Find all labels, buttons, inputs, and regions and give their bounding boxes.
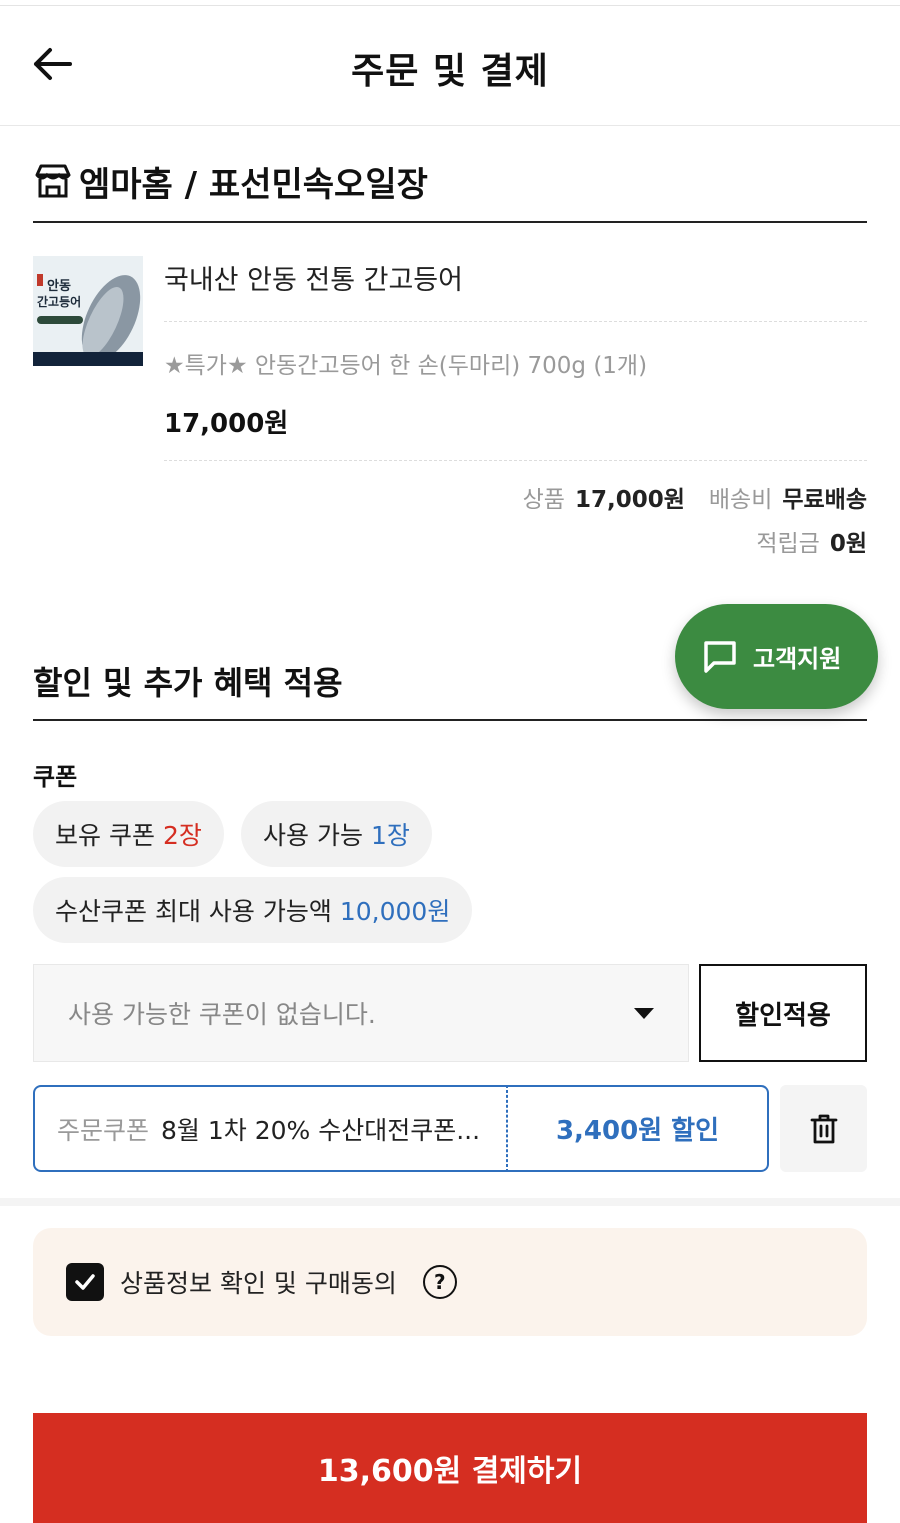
coupon-label: 쿠폰 xyxy=(33,763,78,791)
store-icon xyxy=(35,164,71,198)
customer-support-label: 고객지원 xyxy=(753,645,842,673)
header: 주문 및 결제 xyxy=(0,6,900,126)
applied-coupon-name: 8월 1차 20% 수산대전쿠폰... xyxy=(161,1115,481,1145)
coupon-select-placeholder: 사용 가능한 쿠폰이 없습니다. xyxy=(68,1000,376,1029)
product-option: ★특가★ 안동간고등어 한 손(두마리) 700g (1개) xyxy=(164,353,648,379)
chat-bubble-icon xyxy=(704,640,736,673)
product-divider-2 xyxy=(164,460,867,461)
summary-row: 상품 17,000원 배송비 무료배송 xyxy=(523,480,867,514)
remove-coupon-button[interactable] xyxy=(780,1085,867,1172)
benefits-divider xyxy=(33,719,867,721)
page-title: 주문 및 결제 xyxy=(351,51,549,92)
store-row: 엠마홈 / 표선민속오일장 xyxy=(33,156,428,206)
store-name: 엠마홈 / 표선민속오일장 xyxy=(79,164,428,205)
usable-coupon-count: 1장 xyxy=(370,821,410,850)
help-icon[interactable]: ? xyxy=(422,1265,457,1299)
owned-coupon-label: 보유 쿠폰 xyxy=(55,821,155,850)
customer-support-button[interactable]: 고객지원 xyxy=(675,604,878,709)
owned-coupon-count: 2장 xyxy=(162,821,202,850)
thumb-text-1: 안동 xyxy=(47,278,71,294)
max-coupon-label: 수산쿠폰 최대 사용 가능액 xyxy=(55,897,332,926)
applied-coupon-tag: 주문쿠폰 xyxy=(57,1115,150,1145)
usable-coupon-label: 사용 가능 xyxy=(263,821,363,850)
store-divider xyxy=(33,221,867,223)
summary-points-label: 적립금 xyxy=(756,531,820,557)
product-price: 17,000원 xyxy=(164,409,289,439)
product-name[interactable]: 국내산 안동 전통 간고등어 xyxy=(164,258,463,297)
coupon-select[interactable]: 사용 가능한 쿠폰이 없습니다. xyxy=(33,964,689,1062)
summary-points-value: 0원 xyxy=(829,531,867,557)
summary-shipping-label: 배송비 xyxy=(708,487,773,513)
section-separator xyxy=(0,1198,900,1206)
agree-checkbox[interactable] xyxy=(66,1263,104,1301)
applied-coupon: 주문쿠폰 8월 1차 20% 수산대전쿠폰... xyxy=(33,1085,507,1172)
usable-coupon-chip: 사용 가능 1장 xyxy=(241,801,432,867)
max-coupon-value: 10,000원 xyxy=(339,897,451,926)
apply-discount-button[interactable]: 할인적용 xyxy=(699,964,867,1062)
product-thumbnail[interactable]: 안동 간고등어 xyxy=(33,256,143,366)
product-divider xyxy=(164,321,867,322)
checkmark-icon xyxy=(75,1274,95,1290)
purchase-agreement: 상품정보 확인 및 구매동의 ? xyxy=(33,1228,867,1336)
applied-coupon-discount: 3,400원 할인 xyxy=(507,1085,769,1172)
product-image: 안동 간고등어 xyxy=(33,256,143,366)
summary-points-row: 적립금 0원 xyxy=(756,524,867,558)
summary-shipping-value: 무료배송 xyxy=(782,487,867,513)
agree-label[interactable]: 상품정보 확인 및 구매동의 xyxy=(120,1264,397,1300)
caret-down-icon xyxy=(634,1008,654,1019)
max-coupon-chip: 수산쿠폰 최대 사용 가능액 10,000원 xyxy=(33,877,473,943)
pay-button[interactable]: 13,600원 결제하기 xyxy=(33,1413,867,1523)
summary-product-label: 상품 xyxy=(522,487,565,513)
benefits-title: 할인 및 추가 혜택 적용 xyxy=(33,664,343,702)
thumb-text-2: 간고등어 xyxy=(37,294,81,309)
summary-product-value: 17,000원 xyxy=(574,487,685,513)
trash-icon xyxy=(810,1114,837,1143)
owned-coupon-chip: 보유 쿠폰 2장 xyxy=(33,801,224,867)
